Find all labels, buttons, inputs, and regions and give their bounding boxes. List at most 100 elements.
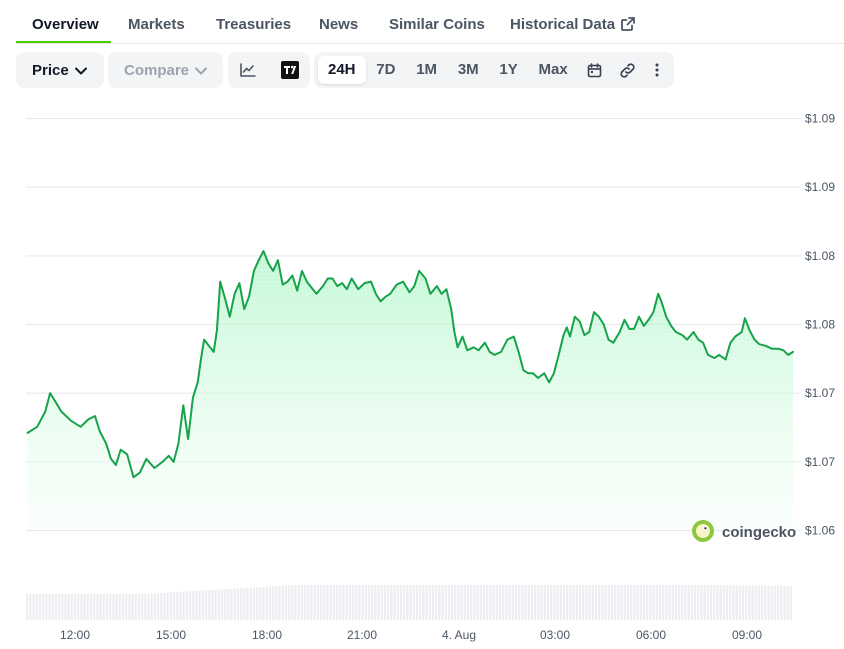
volume-bar (29, 594, 32, 620)
volume-bar (67, 594, 70, 620)
volume-bar (530, 585, 534, 620)
compare-dropdown[interactable]: Compare (108, 52, 223, 88)
volume-bar (732, 585, 735, 620)
volume-bar (182, 591, 185, 620)
tab-bar: Overview Markets Treasuries News Similar… (16, 0, 844, 44)
coingecko-logo-inner (696, 524, 710, 538)
volume-bar (454, 585, 457, 620)
volume-bar (387, 585, 390, 620)
volume-bar (374, 585, 377, 620)
price-dropdown[interactable]: Price (16, 52, 104, 88)
volume-bar (102, 594, 105, 620)
volume-bar (610, 585, 613, 620)
volume-bar (35, 594, 38, 620)
volume-bar (761, 585, 764, 620)
volume-bar (201, 590, 204, 620)
tab-similar-coins[interactable]: Similar Coins (389, 16, 485, 33)
volume-bar (546, 585, 550, 620)
volume-bar (320, 585, 323, 620)
volume-bar (444, 585, 447, 620)
range-max-button[interactable]: Max (529, 56, 578, 84)
volume-bar (764, 585, 767, 620)
volume-bar (38, 594, 41, 620)
range-1y-button[interactable]: 1Y (489, 56, 527, 84)
volume-bar (735, 585, 738, 621)
volume-bar (534, 585, 537, 620)
volume-bar (265, 586, 268, 620)
range-7d-button[interactable]: 7D (366, 56, 405, 84)
tradingview-icon (281, 61, 299, 79)
volume-bar (105, 594, 109, 620)
tab-markets[interactable]: Markets (128, 16, 185, 33)
volume-bar (620, 585, 623, 620)
volume-bar (361, 585, 364, 620)
volume-bar (147, 593, 150, 620)
y-tick-label: $1.07 (805, 386, 835, 400)
range-24h-button[interactable]: 24H (318, 56, 366, 84)
volume-bar (377, 585, 380, 620)
volume-bar (144, 593, 147, 620)
x-tick-label: 15:00 (156, 628, 186, 642)
volume-bar (614, 585, 617, 620)
volume-bar (719, 585, 722, 620)
volume-bar (185, 591, 188, 620)
volume-bar (674, 585, 677, 620)
volume-bar (70, 594, 73, 620)
range-1m-button[interactable]: 1M (406, 56, 447, 84)
tab-historical-data[interactable]: Historical Data (510, 16, 635, 33)
coingecko-watermark: coingecko (692, 520, 796, 542)
volume-bar (86, 594, 89, 620)
volume-bar (783, 585, 786, 620)
volume-bar (77, 594, 80, 620)
x-tick-label: 21:00 (347, 628, 377, 642)
link-icon (620, 62, 635, 78)
volume-bar (658, 585, 661, 620)
tab-overview[interactable]: Overview (32, 16, 99, 33)
volume-bar (591, 585, 594, 620)
volume-bar (706, 585, 709, 620)
volume-bar (693, 585, 697, 620)
tab-news[interactable]: News (319, 16, 358, 33)
x-tick-label: 12:00 (60, 628, 90, 642)
volume-bar (89, 594, 93, 620)
volume-bar (483, 585, 486, 620)
tab-treasuries[interactable]: Treasuries (216, 16, 291, 33)
volume-bar (700, 585, 703, 620)
volume-bar (662, 585, 665, 620)
range-3m-button[interactable]: 3M (448, 56, 489, 84)
volume-bar (173, 592, 176, 620)
x-tick-label: 09:00 (732, 628, 762, 642)
volume-bar (518, 585, 521, 620)
volume-bar (214, 589, 217, 620)
tab-historical-data-label: Historical Data (510, 16, 616, 33)
chevron-down-icon (74, 67, 87, 74)
volume-bar (403, 585, 406, 620)
volume-bar (339, 585, 342, 620)
calendar-button[interactable] (578, 52, 610, 88)
y-tick-label: $1.08 (805, 249, 835, 263)
share-link-button[interactable] (611, 52, 643, 88)
volume-bar (189, 591, 192, 620)
active-tab-indicator (16, 41, 111, 43)
volume-bar (467, 585, 470, 620)
volume-bar (399, 585, 403, 620)
volume-bar (511, 585, 514, 620)
price-chart[interactable]: $1.09 $1.09 $1.08 $1.08 $1.07 $1.07 $1.06 coin… (0, 100, 844, 649)
volume-bar (313, 585, 316, 620)
volume-bar (725, 585, 729, 620)
volume-bar (99, 594, 102, 620)
volume-bar (137, 594, 141, 620)
volume-bar (594, 585, 598, 620)
volume-bar (540, 585, 543, 620)
volume-bar (588, 585, 591, 620)
line-chart-button[interactable] (230, 52, 266, 88)
more-options-button[interactable] (644, 52, 670, 88)
watermark-text: coingecko (722, 524, 796, 541)
volume-bar (329, 585, 332, 620)
volume-bar (192, 591, 195, 620)
volume-bar (284, 585, 288, 620)
volume-bar (128, 594, 131, 620)
volume-bar (217, 589, 220, 620)
tradingview-button[interactable] (272, 52, 308, 88)
volume-bar (166, 592, 169, 620)
